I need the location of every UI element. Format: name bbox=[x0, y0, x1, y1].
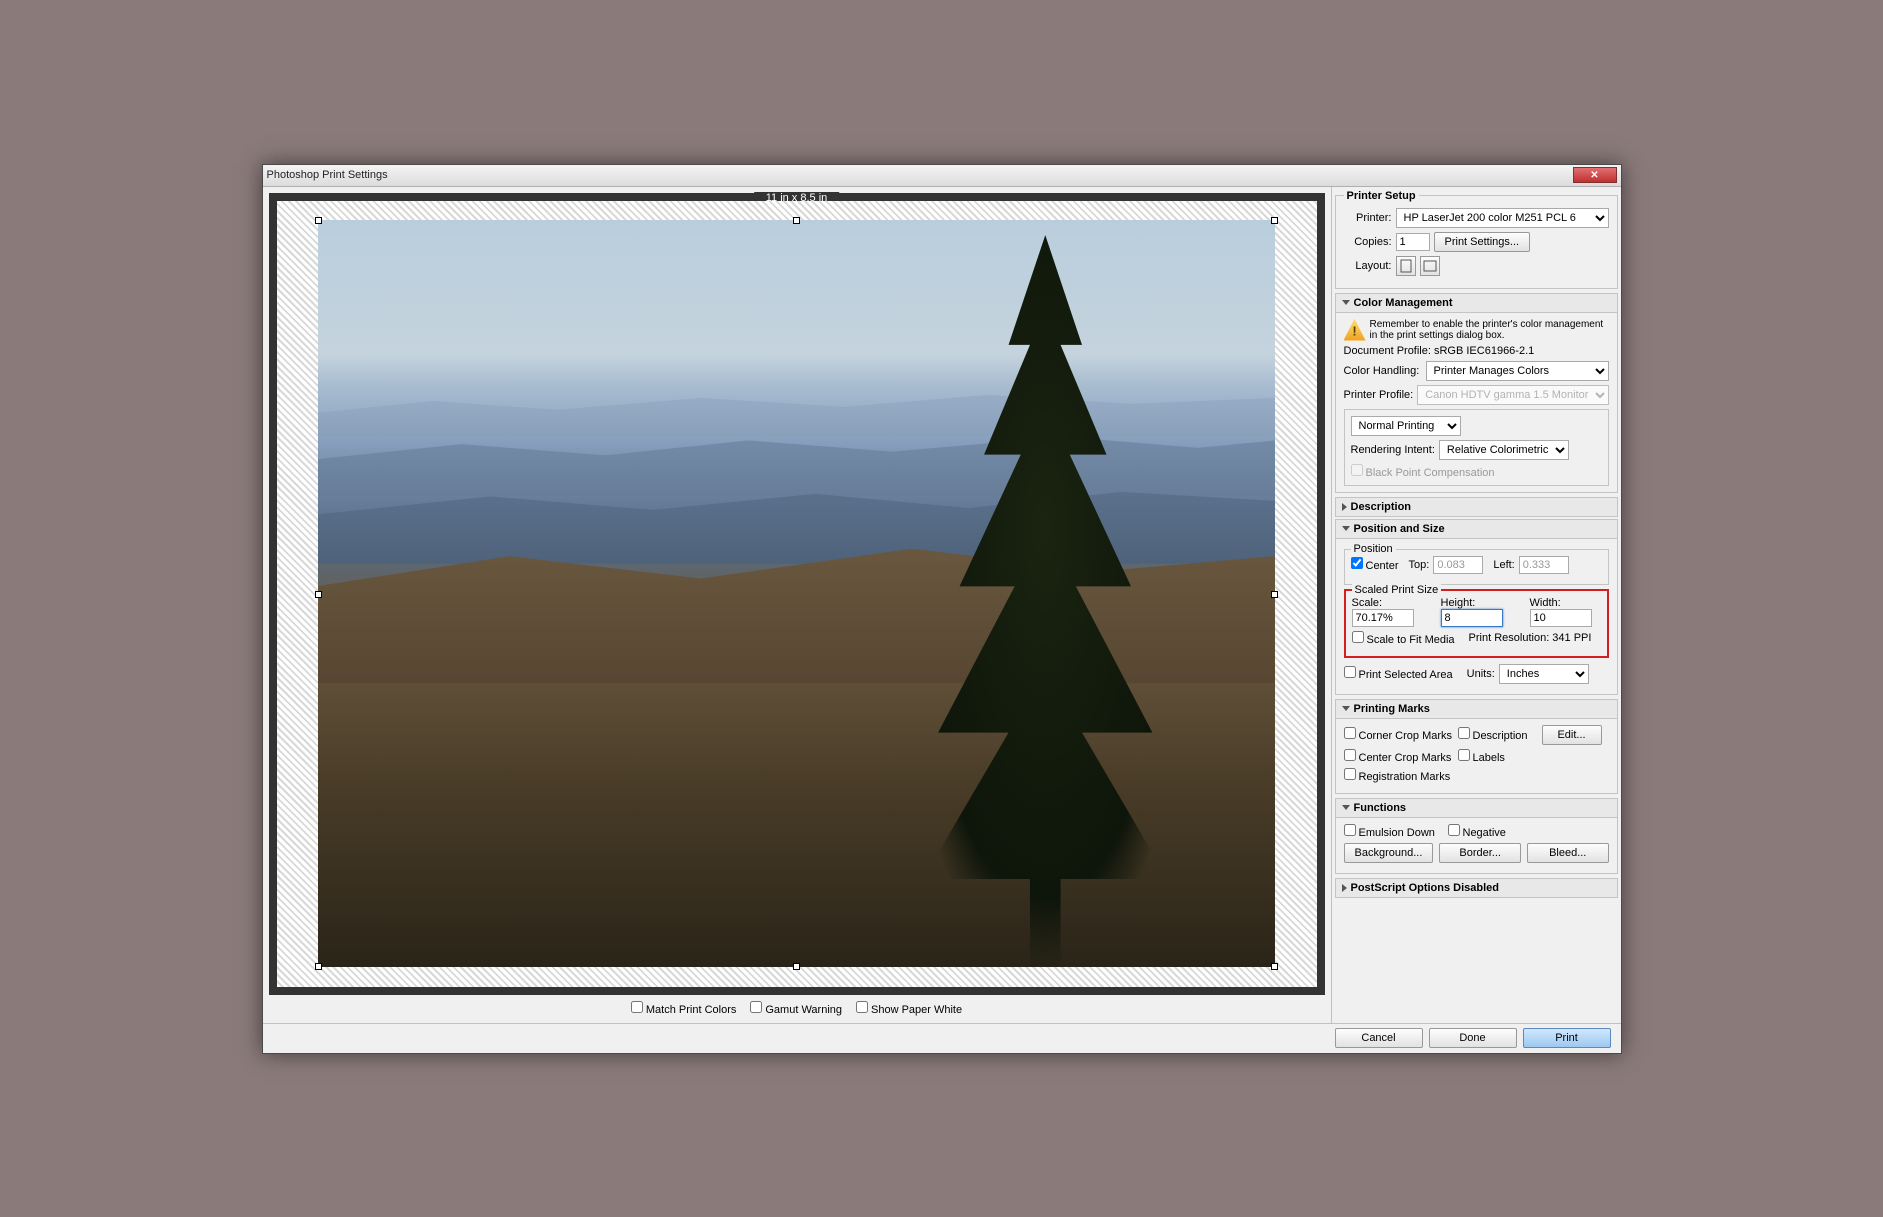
width-input[interactable] bbox=[1530, 609, 1592, 627]
width-label: Width: bbox=[1530, 597, 1601, 609]
layout-label: Layout: bbox=[1344, 260, 1392, 272]
print-preview-image[interactable] bbox=[318, 220, 1275, 967]
labels-checkbox[interactable]: Labels bbox=[1458, 749, 1505, 764]
preview-pane: 11 in x 8.5 in bbox=[263, 187, 1331, 1023]
position-size-body: Position Center Top: Left: Scaled Print … bbox=[1335, 539, 1618, 695]
position-size-header[interactable]: Position and Size bbox=[1335, 519, 1618, 539]
center-checkbox[interactable]: Center bbox=[1351, 557, 1399, 572]
print-settings-dialog: Photoshop Print Settings ✕ 11 in x 8.5 i… bbox=[262, 164, 1622, 1054]
scaled-legend: Scaled Print Size bbox=[1352, 584, 1442, 596]
color-handling-select[interactable]: Printer Manages Colors bbox=[1426, 361, 1609, 381]
height-input[interactable] bbox=[1441, 609, 1503, 627]
rendering-subgroup: Normal Printing Rendering Intent: Relati… bbox=[1344, 409, 1609, 486]
printer-label: Printer: bbox=[1344, 212, 1392, 224]
gamut-warning-checkbox[interactable]: Gamut Warning bbox=[750, 1001, 842, 1016]
left-input bbox=[1519, 556, 1569, 574]
functions-body: Emulsion Down Negative Background... Bor… bbox=[1335, 818, 1618, 874]
corner-crop-checkbox[interactable]: Corner Crop Marks bbox=[1344, 727, 1454, 742]
print-settings-button[interactable]: Print Settings... bbox=[1434, 232, 1531, 252]
resize-handle[interactable] bbox=[1271, 217, 1278, 224]
copies-label: Copies: bbox=[1344, 236, 1392, 248]
color-management-body: Remember to enable the printer's color m… bbox=[1335, 313, 1618, 493]
window-title: Photoshop Print Settings bbox=[267, 169, 1573, 181]
show-paper-white-checkbox[interactable]: Show Paper White bbox=[856, 1001, 962, 1016]
warning-icon bbox=[1344, 319, 1366, 341]
top-input bbox=[1433, 556, 1483, 574]
color-management-header[interactable]: Color Management bbox=[1335, 293, 1618, 313]
rendering-intent-select[interactable]: Relative Colorimetric bbox=[1439, 440, 1569, 460]
printing-marks-header[interactable]: Printing Marks bbox=[1335, 699, 1618, 719]
print-mode-select[interactable]: Normal Printing bbox=[1351, 416, 1461, 436]
resize-handle[interactable] bbox=[793, 217, 800, 224]
position-fieldset: Position Center Top: Left: bbox=[1344, 549, 1609, 585]
copies-input[interactable] bbox=[1396, 233, 1430, 251]
scale-input[interactable] bbox=[1352, 609, 1414, 627]
negative-checkbox[interactable]: Negative bbox=[1448, 824, 1506, 839]
layout-landscape-icon[interactable] bbox=[1420, 256, 1440, 276]
printer-setup-title: Printer Setup bbox=[1344, 190, 1419, 202]
resize-handle[interactable] bbox=[1271, 591, 1278, 598]
resize-handle[interactable] bbox=[315, 963, 322, 970]
edit-description-button[interactable]: Edit... bbox=[1542, 725, 1602, 745]
description-header[interactable]: Description bbox=[1335, 497, 1618, 517]
functions-header[interactable]: Functions bbox=[1335, 798, 1618, 818]
match-print-colors-checkbox[interactable]: Match Print Colors bbox=[631, 1001, 736, 1016]
print-resolution: Print Resolution: 341 PPI bbox=[1469, 632, 1592, 644]
printer-select[interactable]: HP LaserJet 200 color M251 PCL 6 bbox=[1396, 208, 1609, 228]
black-point-checkbox: Black Point Compensation bbox=[1351, 467, 1495, 479]
done-button[interactable]: Done bbox=[1429, 1028, 1517, 1048]
center-crop-checkbox[interactable]: Center Crop Marks bbox=[1344, 749, 1454, 764]
print-selected-area-checkbox[interactable]: Print Selected Area bbox=[1344, 666, 1453, 681]
position-legend: Position bbox=[1351, 543, 1396, 555]
top-label: Top: bbox=[1409, 559, 1430, 571]
paper-background bbox=[277, 201, 1317, 987]
units-select[interactable]: Inches bbox=[1499, 664, 1589, 684]
height-label: Height: bbox=[1441, 597, 1512, 609]
dialog-footer: Cancel Done Print bbox=[263, 1023, 1621, 1053]
background-button[interactable]: Background... bbox=[1344, 843, 1434, 863]
scale-label: Scale: bbox=[1352, 597, 1423, 609]
color-warning-text: Remember to enable the printer's color m… bbox=[1370, 319, 1609, 341]
close-button[interactable]: ✕ bbox=[1573, 167, 1617, 183]
printer-profile-select: Canon HDTV gamma 1.5 Monitor bbox=[1417, 385, 1609, 405]
units-label: Units: bbox=[1467, 668, 1495, 680]
titlebar[interactable]: Photoshop Print Settings ✕ bbox=[263, 165, 1621, 187]
printing-marks-body: Corner Crop Marks Description Edit... Ce… bbox=[1335, 719, 1618, 794]
resize-handle[interactable] bbox=[315, 591, 322, 598]
document-profile: Document Profile: sRGB IEC61966-2.1 bbox=[1344, 345, 1609, 357]
color-handling-label: Color Handling: bbox=[1344, 365, 1422, 377]
bleed-button[interactable]: Bleed... bbox=[1527, 843, 1609, 863]
rendering-intent-label: Rendering Intent: bbox=[1351, 444, 1435, 456]
registration-marks-checkbox[interactable]: Registration Marks bbox=[1344, 768, 1451, 783]
postscript-header[interactable]: PostScript Options Disabled bbox=[1335, 878, 1618, 898]
scaled-print-size-fieldset: Scaled Print Size Scale: Height: Width: … bbox=[1344, 589, 1609, 658]
left-label: Left: bbox=[1493, 559, 1514, 571]
printer-setup-group: Printer Setup Printer: HP LaserJet 200 c… bbox=[1335, 190, 1618, 289]
border-button[interactable]: Border... bbox=[1439, 843, 1521, 863]
resize-handle[interactable] bbox=[315, 217, 322, 224]
resize-handle[interactable] bbox=[1271, 963, 1278, 970]
resize-handle[interactable] bbox=[793, 963, 800, 970]
printer-profile-label: Printer Profile: bbox=[1344, 389, 1414, 401]
paper-frame: 11 in x 8.5 in bbox=[269, 193, 1325, 995]
description-checkbox[interactable]: Description bbox=[1458, 727, 1538, 742]
print-button[interactable]: Print bbox=[1523, 1028, 1611, 1048]
cancel-button[interactable]: Cancel bbox=[1335, 1028, 1423, 1048]
scale-to-fit-checkbox[interactable]: Scale to Fit Media bbox=[1352, 631, 1455, 646]
emulsion-down-checkbox[interactable]: Emulsion Down bbox=[1344, 824, 1444, 839]
layout-portrait-icon[interactable] bbox=[1396, 256, 1416, 276]
settings-panel: Printer Setup Printer: HP LaserJet 200 c… bbox=[1331, 187, 1621, 1023]
